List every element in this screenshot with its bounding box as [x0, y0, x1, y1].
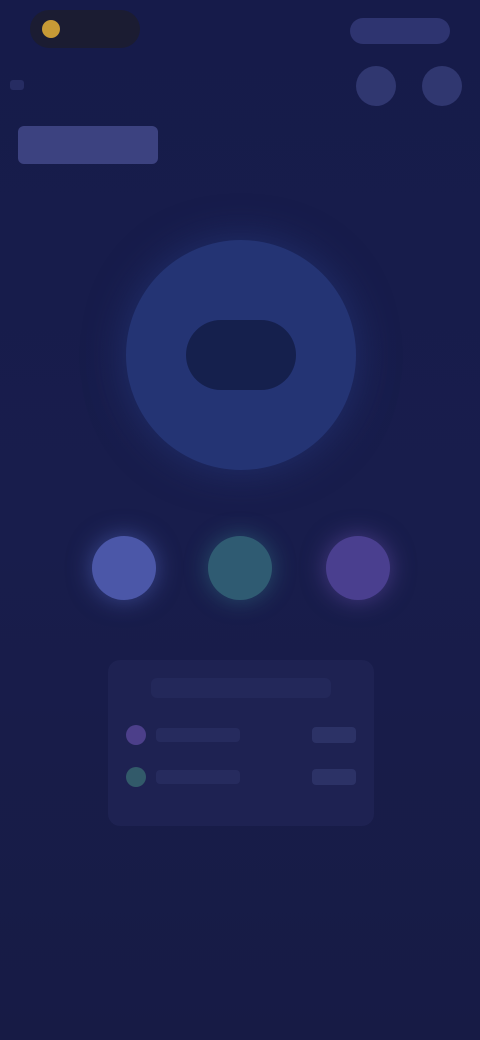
header-icon-button-2[interactable] — [422, 66, 462, 106]
row-dot-icon — [126, 767, 146, 787]
card-row-value — [312, 727, 356, 743]
action-button-2[interactable] — [208, 536, 272, 600]
dial-center — [186, 320, 296, 390]
header-icon-button-1[interactable] — [356, 66, 396, 106]
app-screen — [0, 0, 480, 1040]
main-dial[interactable] — [126, 240, 356, 470]
back-icon[interactable] — [10, 80, 24, 90]
card-row-value — [312, 769, 356, 785]
top-right-label[interactable] — [350, 18, 450, 44]
row-dot-icon — [126, 725, 146, 745]
card-heading — [151, 678, 331, 698]
status-dot-icon — [42, 20, 60, 38]
card-row-left — [126, 767, 240, 787]
card-row[interactable] — [126, 720, 356, 750]
card-row-label — [156, 728, 240, 742]
card-row-label — [156, 770, 240, 784]
info-card — [108, 660, 374, 826]
page-title — [18, 126, 158, 164]
action-button-1[interactable] — [92, 536, 156, 600]
card-row-left — [126, 725, 240, 745]
status-pill[interactable] — [30, 10, 140, 48]
card-row[interactable] — [126, 762, 356, 792]
action-button-3[interactable] — [326, 536, 390, 600]
